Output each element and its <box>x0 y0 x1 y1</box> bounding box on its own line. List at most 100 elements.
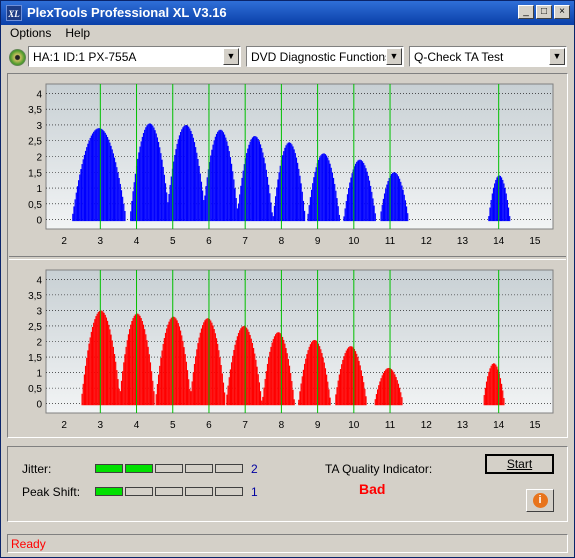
data-bar <box>210 320 212 406</box>
data-bar <box>284 147 286 222</box>
data-bar <box>393 372 395 406</box>
data-bar <box>253 136 255 222</box>
data-bar <box>281 336 284 406</box>
data-bar <box>257 374 259 406</box>
data-bar <box>90 331 92 406</box>
data-bar <box>257 138 259 222</box>
data-bar <box>186 125 189 222</box>
y-tick-label: 0,5 <box>28 384 42 395</box>
y-tick-label: 0,5 <box>28 200 42 211</box>
data-bar <box>348 188 350 222</box>
data-bar <box>156 137 159 222</box>
x-tick-label: 5 <box>170 236 176 247</box>
x-tick-label: 13 <box>457 420 469 431</box>
chevron-down-icon[interactable]: ▼ <box>223 48 239 65</box>
jitter-value: 2 <box>251 462 258 476</box>
data-bar <box>112 346 114 406</box>
data-bar <box>132 318 134 406</box>
data-bar <box>131 320 133 406</box>
data-bar <box>175 318 177 406</box>
data-bar <box>186 370 189 406</box>
data-bar <box>349 182 351 222</box>
title-bar[interactable]: XL PlexTools Professional XL V3.16 _ □ × <box>1 1 574 25</box>
menu-help[interactable]: Help <box>56 25 95 40</box>
data-bar <box>124 210 126 222</box>
data-bar <box>298 168 300 222</box>
data-bar <box>94 319 96 406</box>
drive-icon <box>9 49 26 66</box>
data-bar <box>323 153 325 222</box>
data-bar <box>145 127 147 222</box>
data-bar <box>154 130 156 222</box>
start-button[interactable]: Start <box>485 454 554 474</box>
y-tick-label: 3 <box>36 121 42 132</box>
data-bar <box>285 145 287 222</box>
maximize-button[interactable]: □ <box>536 5 552 19</box>
data-bar <box>265 169 267 222</box>
data-bar <box>275 334 277 406</box>
data-bar <box>492 363 495 406</box>
data-bar <box>264 163 266 222</box>
data-bar <box>273 336 276 406</box>
data-bar <box>292 389 294 406</box>
data-bar <box>169 184 171 222</box>
close-button[interactable]: × <box>554 5 570 19</box>
chevron-down-icon[interactable]: ▼ <box>386 48 402 65</box>
data-bar <box>91 133 94 222</box>
data-bar <box>399 178 401 222</box>
data-bar <box>287 359 289 406</box>
data-bar <box>147 124 149 222</box>
data-bar <box>200 181 203 222</box>
data-bar <box>151 124 153 222</box>
data-bar <box>190 391 192 406</box>
data-bar <box>487 376 489 406</box>
x-tick-label: 2 <box>61 420 67 431</box>
data-bar <box>279 333 281 406</box>
data-bar <box>189 128 191 222</box>
x-tick-label: 10 <box>348 236 360 247</box>
data-bar <box>82 383 84 406</box>
y-tick-label: 1 <box>36 369 42 380</box>
function-select[interactable]: DVD Diagnostic Functions ▼ <box>246 46 404 67</box>
data-bar <box>176 320 178 406</box>
data-bar <box>241 177 243 222</box>
data-bar <box>273 205 276 222</box>
data-bar <box>376 389 379 406</box>
data-bar <box>500 383 503 406</box>
data-bar <box>155 394 157 406</box>
data-bar <box>176 143 178 222</box>
data-bar <box>84 150 87 222</box>
data-bar <box>184 125 186 222</box>
data-bar <box>328 160 330 222</box>
data-bar <box>329 163 331 222</box>
data-bar <box>219 357 221 406</box>
data-bar <box>395 377 397 406</box>
data-bar <box>218 130 220 222</box>
data-bar <box>348 347 350 406</box>
data-bar <box>97 312 99 406</box>
data-bar <box>232 171 234 222</box>
chevron-down-icon[interactable]: ▼ <box>549 48 565 65</box>
data-bar <box>141 136 143 222</box>
data-bar <box>81 164 83 222</box>
data-bar <box>297 162 299 222</box>
data-bar <box>374 399 376 406</box>
data-bar <box>87 143 89 222</box>
data-bar <box>251 342 254 406</box>
data-bar <box>108 324 110 406</box>
data-bar <box>336 198 338 222</box>
data-bar <box>214 136 216 222</box>
data-bar <box>78 180 80 222</box>
data-bar <box>285 348 287 406</box>
data-bar <box>313 177 315 222</box>
data-bar <box>346 348 349 406</box>
data-bar <box>199 173 201 222</box>
minimize-button[interactable]: _ <box>518 5 534 19</box>
test-select[interactable]: Q-Check TA Test ▼ <box>409 46 567 67</box>
data-bar <box>375 394 378 406</box>
data-bar <box>215 338 218 406</box>
data-bar <box>217 131 219 222</box>
drive-select[interactable]: HA:1 ID:1 PX-755A ▼ <box>28 46 241 67</box>
menu-options[interactable]: Options <box>1 25 56 40</box>
info-button[interactable]: i <box>526 489 554 512</box>
